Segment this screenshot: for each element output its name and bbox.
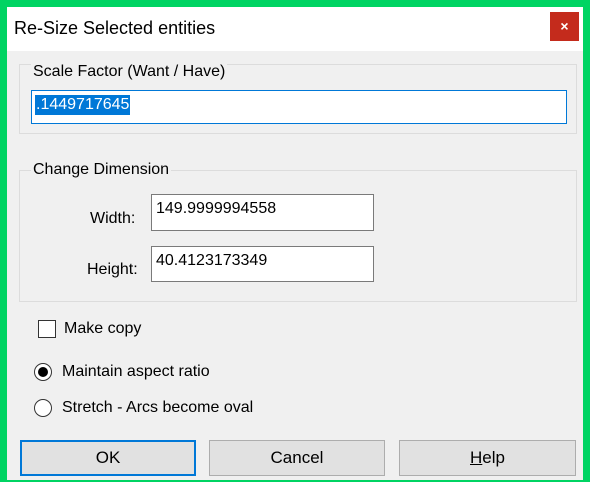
scale-factor-input[interactable]: .1449717645: [31, 90, 567, 124]
change-dimension-label: Change Dimension: [31, 161, 172, 179]
maintain-aspect-label[interactable]: Maintain aspect ratio: [62, 363, 210, 381]
close-button[interactable]: ×: [550, 12, 579, 41]
stretch-radio[interactable]: [34, 399, 52, 417]
height-value: 40.4123173349: [156, 252, 268, 269]
make-copy-label[interactable]: Make copy: [64, 320, 141, 338]
width-value: 149.9999994558: [156, 200, 277, 217]
scale-factor-label: Scale Factor (Want / Have): [31, 63, 228, 81]
width-label: Width:: [90, 210, 136, 227]
resize-dialog: Re-Size Selected entities × Scale Factor…: [7, 7, 583, 480]
help-button[interactable]: Help: [399, 440, 576, 476]
title-bar: Re-Size Selected entities ×: [7, 7, 583, 51]
scale-factor-value: .1449717645: [35, 95, 131, 115]
make-copy-checkbox[interactable]: [38, 320, 56, 338]
width-input[interactable]: 149.9999994558: [151, 194, 374, 231]
close-icon: ×: [560, 18, 569, 34]
stretch-label[interactable]: Stretch - Arcs become oval: [62, 399, 253, 417]
window-title: Re-Size Selected entities: [14, 18, 216, 38]
height-input[interactable]: 40.4123173349: [151, 246, 374, 282]
ok-button[interactable]: OK: [20, 440, 196, 476]
change-dimension-group: [19, 170, 577, 302]
radio-selected-dot: [38, 367, 48, 377]
height-label: Height:: [87, 261, 138, 278]
maintain-aspect-radio[interactable]: [34, 363, 52, 381]
cancel-button[interactable]: Cancel: [209, 440, 385, 476]
